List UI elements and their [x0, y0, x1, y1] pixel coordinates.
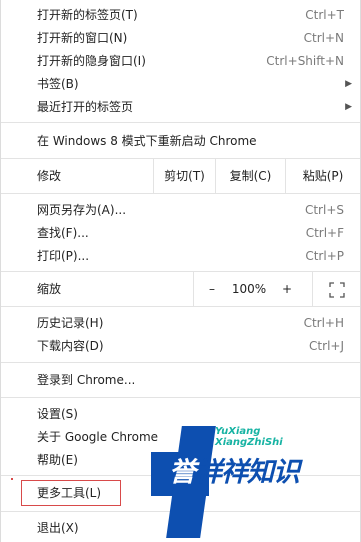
menu-item-label: 下载内容(D): [37, 339, 104, 353]
menu-item-label: 打印(P)...: [37, 249, 90, 263]
cut-label: 剪切(T): [164, 169, 205, 183]
menu-item-shortcut: Ctrl+S: [304, 203, 344, 217]
menu-item-label: 关于 Google Chrome: [37, 430, 159, 444]
menu-item-shortcut: Ctrl+Shift+N: [266, 54, 344, 68]
menu-item-shortcut: Ctrl+F: [305, 226, 344, 240]
watermark-line1: YuXiang: [215, 426, 261, 437]
zoom-out-button[interactable]: –: [201, 272, 223, 306]
menu-item-label: 登录到 Chrome...: [37, 373, 136, 387]
submenu-arrow-icon: ▶: [345, 79, 352, 89]
edit-row-label: 修改: [37, 169, 62, 183]
menu-separator: [1, 397, 360, 398]
menu-item-bookmarks[interactable]: 书签(B) ▶: [1, 73, 360, 96]
menu-item-label: 在 Windows 8 模式下重新启动 Chrome: [37, 134, 257, 148]
watermark-first-char: 誉: [169, 457, 196, 488]
menu-item-settings[interactable]: 设置(S): [1, 403, 360, 426]
zoom-in-button[interactable]: +: [275, 272, 299, 306]
menu-item-label: 查找(F)...: [37, 226, 89, 240]
fullscreen-icon: [329, 281, 345, 298]
menu-item-history[interactable]: 历史记录(H) Ctrl+H: [1, 312, 360, 335]
watermark-logo-text: 誉祥祥知识: [169, 456, 300, 490]
menu-item-find[interactable]: 查找(F)... Ctrl+F: [1, 222, 360, 245]
menu-item-new-window[interactable]: 打开新的窗口(N) Ctrl+N: [1, 27, 360, 50]
menu-item-shortcut: Ctrl+H: [303, 316, 344, 330]
menu-item-save-page-as[interactable]: 网页另存为(A)... Ctrl+S: [1, 199, 360, 222]
zoom-value: 100%: [231, 282, 267, 296]
menu-item-print[interactable]: 打印(P)... Ctrl+P: [1, 245, 360, 268]
menu-item-shortcut: Ctrl+N: [303, 31, 344, 45]
zoom-out-label: –: [209, 282, 215, 296]
menu-item-label: 网页另存为(A)...: [37, 203, 127, 217]
menu-item-new-tab[interactable]: 打开新的标签页(T) Ctrl+T: [1, 4, 360, 27]
menu-separator: [1, 193, 360, 194]
annotation-dot: [11, 478, 13, 480]
zoom-in-label: +: [281, 282, 293, 296]
watermark-logo-subtitle: YuXiang XiangZhiShi: [215, 426, 283, 448]
zoom-level: 100%: [227, 272, 271, 306]
paste-label: 粘贴(P): [302, 169, 344, 183]
menu-separator: [1, 362, 360, 363]
menu-item-shortcut: Ctrl+T: [305, 8, 344, 22]
annotation-highlight-box: [21, 480, 121, 506]
menu-item-sign-in[interactable]: 登录到 Chrome...: [1, 369, 360, 392]
menu-item-downloads[interactable]: 下载内容(D) Ctrl+J: [1, 335, 360, 358]
menu-separator: [1, 122, 360, 123]
menu-item-label: 退出(X): [37, 521, 79, 535]
menu-item-recent-tabs[interactable]: 最近打开的标签页 ▶: [1, 96, 360, 119]
chrome-main-menu: 打开新的标签页(T) Ctrl+T 打开新的窗口(N) Ctrl+N 打开新的隐…: [0, 0, 361, 542]
menu-item-shortcut: Ctrl+J: [309, 339, 344, 353]
menu-item-label: 最近打开的标签页: [37, 100, 134, 114]
submenu-arrow-icon: ▶: [345, 102, 352, 112]
menu-item-label: 打开新的隐身窗口(I): [37, 54, 146, 68]
copy-label: 复制(C): [229, 169, 272, 183]
menu-item-shortcut: Ctrl+P: [305, 249, 344, 263]
menu-separator: [1, 306, 360, 307]
menu-item-label: 历史记录(H): [37, 316, 104, 330]
zoom-label: 缩放: [37, 282, 62, 296]
watermark-rest: 祥祥知识: [195, 457, 300, 488]
copy-button[interactable]: 复制(C): [215, 159, 285, 193]
zoom-row: 缩放 – 100% +: [1, 272, 360, 306]
fullscreen-button[interactable]: [319, 272, 355, 306]
cut-button[interactable]: 剪切(T): [153, 159, 215, 193]
menu-item-label: 书签(B): [37, 77, 79, 91]
watermark-line2: XiangZhiShi: [215, 437, 283, 448]
edit-row: 修改 剪切(T) 复制(C) 粘贴(P): [1, 159, 360, 193]
menu-item-label: 打开新的标签页(T): [37, 8, 138, 22]
menu-item-relaunch-windows8[interactable]: 在 Windows 8 模式下重新启动 Chrome: [1, 130, 360, 153]
paste-button[interactable]: 粘贴(P): [285, 159, 360, 193]
menu-item-label: 打开新的窗口(N): [37, 31, 128, 45]
menu-item-label: 设置(S): [37, 407, 78, 421]
menu-item-label: 帮助(E): [37, 453, 78, 467]
menu-item-new-incognito-window[interactable]: 打开新的隐身窗口(I) Ctrl+Shift+N: [1, 50, 360, 73]
